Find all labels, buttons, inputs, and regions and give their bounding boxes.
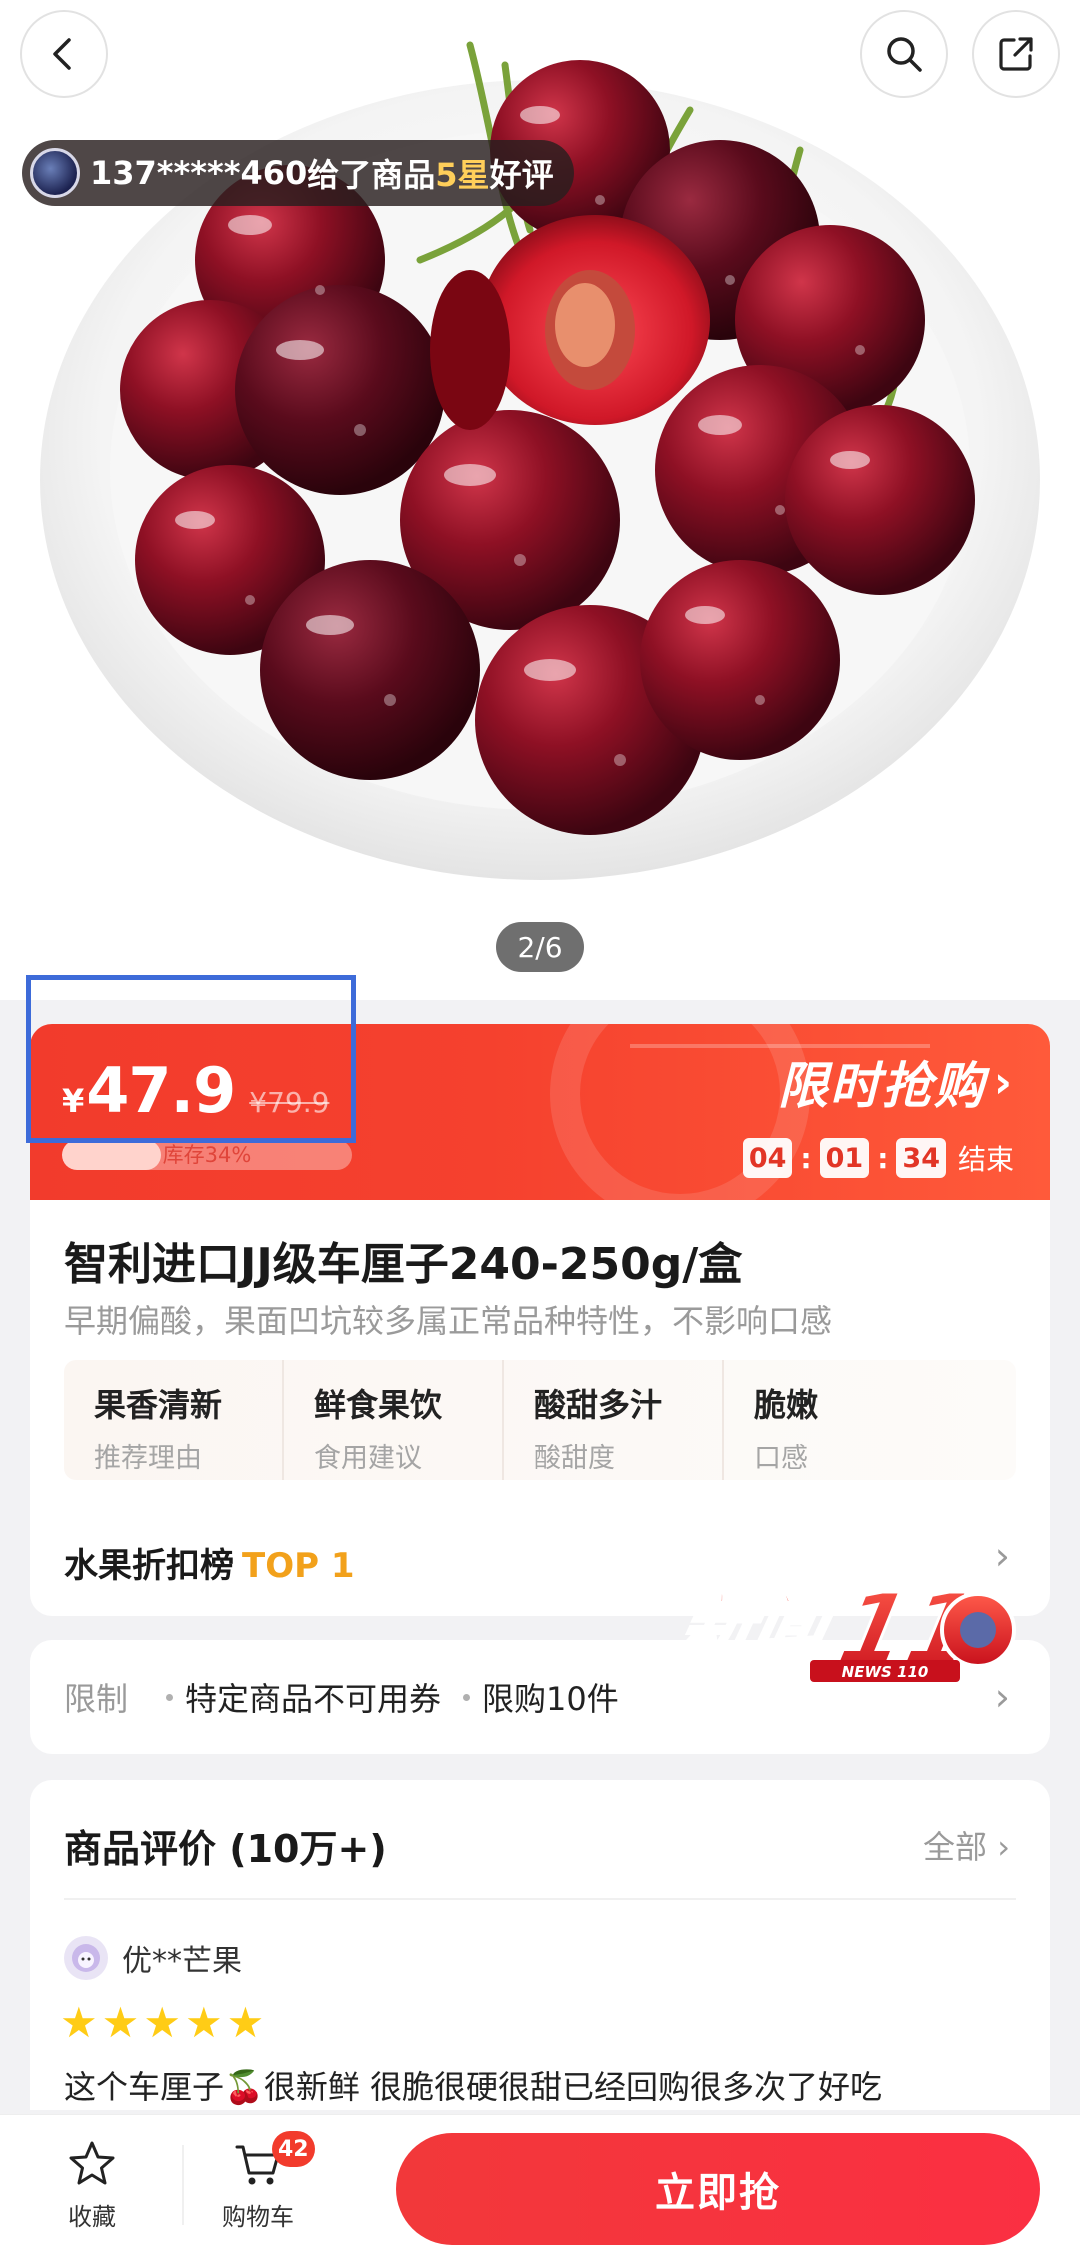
cart-button[interactable]: 购物车 42	[198, 2131, 318, 2232]
star-icon: ★	[184, 1998, 223, 2047]
review-text-suffix: 好评	[489, 156, 554, 194]
svg-text:NEWS 110: NEWS 110	[842, 1663, 929, 1681]
star-outline-icon	[69, 2141, 115, 2185]
bottom-action-bar: 收藏 购物车 42 立即抢	[0, 2114, 1080, 2258]
attribute-item: 酸甜多汁 酸甜度	[504, 1360, 724, 1480]
flash-sale-title: 限时抢购	[777, 1057, 986, 1115]
search-button[interactable]	[860, 10, 948, 98]
cart-label: 购物车	[222, 2203, 294, 2231]
attribute-key: 酸甜度	[534, 1443, 615, 1474]
product-image-carousel[interactable]: 137*****460 给了商品 5星 好评 2/6	[0, 0, 1080, 1000]
review-user: 137*****460	[90, 154, 308, 192]
limit-item-text: 特定商品不可用券	[185, 1680, 442, 1718]
stock-progress-bar: 库存34%	[62, 1140, 352, 1170]
reviews-all-link[interactable]: 全部 ›	[923, 1822, 1010, 1868]
timer-seconds: 34	[896, 1138, 946, 1178]
attribute-value: 酸甜多汁	[534, 1386, 663, 1424]
news110-watermark-logo: 新闻 11 NEWS 110	[671, 1571, 1016, 1686]
attribute-key: 食用建议	[314, 1443, 422, 1474]
review-stars: 5星	[435, 156, 490, 194]
timer-suffix: 结束	[957, 1143, 1014, 1176]
reviewer-name: 优**芒果	[122, 1944, 242, 1979]
attribute-key: 口感	[754, 1443, 808, 1474]
limit-item: 限购10件	[463, 1674, 619, 1720]
chevron-right-icon: ›	[993, 1056, 1014, 1108]
share-button[interactable]	[972, 10, 1060, 98]
timer-minutes: 01	[819, 1138, 870, 1178]
timer-hours: 04	[742, 1138, 793, 1178]
review-rating: ★ ★ ★ ★ ★	[60, 2002, 268, 2044]
star-icon: ★	[60, 1998, 98, 2047]
divider	[182, 2145, 184, 2225]
recent-review-ticker: 137*****460 给了商品 5星 好评	[22, 140, 574, 206]
cart-count-badge: 42	[272, 2131, 315, 2167]
buy-now-button[interactable]: 立即抢	[396, 2133, 1040, 2245]
image-page-indicator: 2/6	[496, 922, 584, 972]
favorite-button[interactable]: 收藏	[32, 2137, 152, 2232]
svg-text:新闻: 新闻	[672, 1586, 844, 1670]
limits-label: 限制	[64, 1680, 129, 1718]
product-title: 智利进口JJ级车厘子240-250g/盒	[64, 1239, 743, 1290]
attribute-value: 果香清新	[94, 1386, 223, 1424]
avatar	[64, 1936, 108, 1980]
star-icon: ★	[101, 1998, 140, 2047]
review-text: 这个车厘子🍒很新鲜 很脆很硬很甜已经回购很多次了好吃	[64, 2068, 883, 2106]
review-text-prefix: 给了商品	[307, 156, 436, 194]
rank-value: TOP 1	[242, 1546, 355, 1586]
divider	[64, 1898, 1016, 1900]
attribute-key: 推荐理由	[94, 1443, 202, 1474]
reviewer: 优**芒果	[64, 1936, 242, 1980]
chevron-right-icon: ›	[997, 1828, 1010, 1866]
product-subtitle: 早期偏酸，果面凹坑较多属正常品种特性，不影响口感	[64, 1302, 833, 1340]
chevron-left-icon	[53, 38, 71, 70]
limit-item-text: 限购10件	[482, 1680, 619, 1718]
ranking-link[interactable]: 水果折扣榜 TOP 1	[64, 1538, 355, 1587]
attribute-value: 脆嫩	[754, 1386, 819, 1424]
stock-label: 库存34%	[162, 1143, 252, 1167]
sheep-avatar-icon	[72, 1944, 100, 1972]
favorite-label: 收藏	[68, 2203, 116, 2231]
back-button[interactable]	[20, 10, 108, 98]
reviews-title: 商品评价 (10万+)	[64, 1827, 387, 1871]
star-icon: ★	[143, 1998, 181, 2047]
search-icon	[887, 37, 922, 72]
star-icon: ★	[226, 1998, 265, 2047]
reviews-card: 商品评价 (10万+) 全部 › 优**芒果 ★ ★ ★ ★ ★ 这个车厘子🍒很新鲜 很…	[30, 1780, 1050, 2110]
reviews-all-label: 全部	[923, 1828, 988, 1866]
attribute-item: 鲜食果饮 食用建议	[284, 1360, 504, 1480]
rank-label: 水果折扣榜	[64, 1546, 234, 1586]
attribute-item: 果香清新 推荐理由	[64, 1360, 284, 1480]
countdown-timer: 04 : 01 : 34 结束	[742, 1138, 1014, 1178]
share-icon	[999, 37, 1033, 71]
price-highlight-annotation	[26, 975, 356, 1143]
product-attributes: 果香清新 推荐理由 鲜食果饮 食用建议 酸甜多汁 酸甜度 脆嫩 口感	[64, 1360, 1016, 1480]
flash-sale-title-link[interactable]: 限时抢购 ›	[778, 1046, 1014, 1118]
attribute-item: 脆嫩 口感	[724, 1360, 944, 1480]
attribute-value: 鲜食果饮	[314, 1386, 443, 1424]
limit-item: 特定商品不可用券	[166, 1674, 441, 1720]
avatar	[30, 148, 80, 198]
